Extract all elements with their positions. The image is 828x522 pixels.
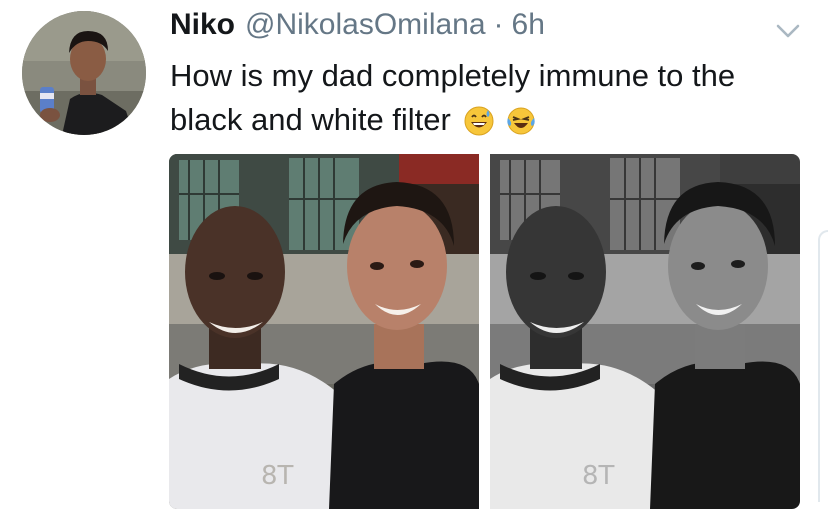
display-name[interactable]: Niko	[170, 8, 235, 42]
user-handle[interactable]: @NikolasOmilana	[245, 8, 486, 42]
tweet-card[interactable]: Niko @NikolasOmilana · 6h How is my dad …	[0, 0, 828, 522]
more-options-button[interactable]	[770, 16, 806, 46]
tweet-body: How is my dad completely immune to the b…	[170, 58, 736, 137]
tweet-photo-grayscale[interactable]: 8T	[490, 154, 800, 509]
avatar-image	[22, 11, 146, 135]
crying-laughing-emoji	[506, 104, 536, 135]
chevron-down-icon	[776, 24, 800, 38]
svg-text:8T: 8T	[582, 461, 615, 491]
svg-text:8T: 8T	[261, 461, 294, 491]
meta-separator: ·	[493, 8, 504, 41]
adjacent-card-edge	[818, 230, 828, 502]
grinning-sweat-emoji	[464, 104, 494, 136]
tweet-header: Niko @NikolasOmilana · 6h	[170, 8, 545, 48]
avatar[interactable]	[22, 11, 146, 135]
tweet-photo-color[interactable]: 8T	[169, 154, 479, 509]
photo-father-son-grayscale: 8T	[490, 154, 800, 509]
tweet-text: How is my dad completely immune to the b…	[170, 54, 790, 142]
tweet-timestamp[interactable]: 6h	[512, 8, 545, 42]
photo-father-son-color: 8T	[169, 154, 479, 509]
